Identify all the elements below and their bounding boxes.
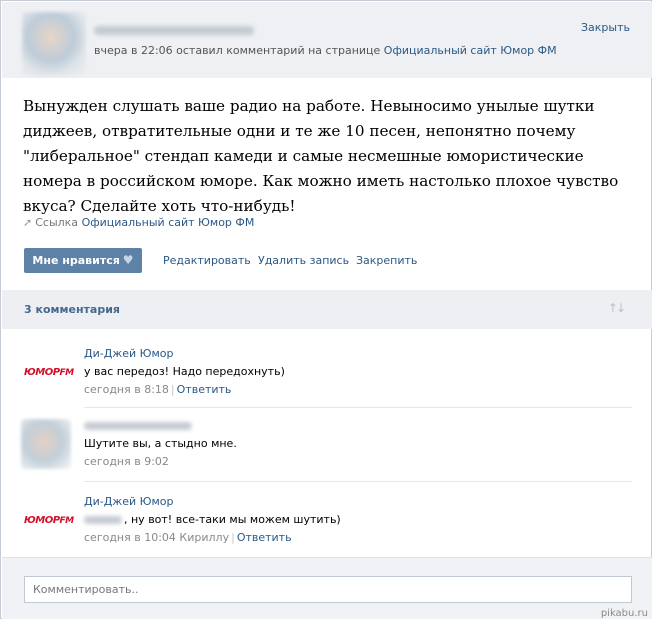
reply-area: Комментировать.. xyxy=(2,557,652,619)
author-avatar[interactable] xyxy=(22,12,86,76)
author-name-redacted xyxy=(94,26,254,35)
delete-post-link[interactable]: Удалить запись xyxy=(258,254,349,267)
comment-item: Шутите вы, а стыдно мне. сегодня в 9:02 xyxy=(21,411,633,485)
post-header: вчера в 22:06 оставил комментарий на стр… xyxy=(2,2,652,78)
comment-author-redacted xyxy=(84,422,192,430)
page-link[interactable]: Официальный сайт Юмор ФМ xyxy=(384,44,557,57)
addressee-redacted xyxy=(84,516,122,524)
post-meta: вчера в 22:06 оставил комментарий на стр… xyxy=(94,44,557,57)
comment-input[interactable]: Комментировать.. xyxy=(24,576,632,603)
comment-time[interactable]: сегодня в 9:02 xyxy=(84,455,169,468)
link-name[interactable]: Официальный сайт Юмор ФМ xyxy=(82,216,255,229)
comments-count[interactable]: 3 комментария xyxy=(24,303,120,316)
watermark: pikabu.ru xyxy=(600,608,648,619)
comments-header: 3 комментария ↑↓ xyxy=(2,290,652,329)
edit-link[interactable]: Редактировать xyxy=(163,254,251,267)
comment-author[interactable]: Ди-Джей Юмор xyxy=(84,347,174,360)
comment-addressee: Кириллу xyxy=(179,531,230,544)
reply-link[interactable]: Ответить xyxy=(237,531,292,544)
commenter-avatar[interactable] xyxy=(21,419,71,469)
sort-arrows-icon[interactable]: ↑↓ xyxy=(608,301,626,315)
link-arrow-icon: ➚ xyxy=(23,216,33,229)
comment-text: у вас передоз! Надо передохнуть) xyxy=(84,365,285,378)
comment-item: ЮМОРFM Ди-Джей Юмор у вас передоз! Надо … xyxy=(21,339,633,413)
humor-fm-logo[interactable]: ЮМОРFM xyxy=(24,367,74,378)
link-prefix: Ссылка xyxy=(35,216,79,229)
reply-link[interactable]: Ответить xyxy=(177,383,232,396)
like-button-label: Мне нравится xyxy=(32,254,120,267)
humor-fm-logo[interactable]: ЮМОРFM xyxy=(24,515,74,526)
comment-meta: сегодня в 10:04 Кириллу | Ответить xyxy=(84,531,292,544)
logo-fm: FM xyxy=(59,516,75,526)
post-text: Вынужден слушать ваше радио на работе. Н… xyxy=(23,97,619,215)
post-meta-text: вчера в 22:06 оставил комментарий на стр… xyxy=(94,44,381,57)
logo-fm: FM xyxy=(59,368,75,378)
comment-text: Шутите вы, а стыдно мне. xyxy=(84,437,237,450)
comment-time[interactable]: сегодня в 8:18 xyxy=(84,383,169,396)
like-button[interactable]: Мне нравится ♥ xyxy=(24,248,142,273)
logo-text: ЮМОР xyxy=(24,367,60,378)
pin-link[interactable]: Закрепить xyxy=(356,254,417,267)
comment-text: , ну вот! все-таки мы можем шутить) xyxy=(124,513,341,526)
heart-icon: ♥ xyxy=(122,253,134,267)
post-frame: вчера в 22:06 оставил комментарий на стр… xyxy=(0,0,652,619)
comment-meta: сегодня в 9:02 xyxy=(84,455,169,468)
logo-text: ЮМОР xyxy=(24,515,60,526)
comment-meta: сегодня в 8:18 | Ответить xyxy=(84,383,232,396)
comment-divider xyxy=(84,407,632,408)
post-attachment-link[interactable]: ➚ Ссылка Официальный сайт Юмор ФМ xyxy=(23,216,254,229)
comment-divider xyxy=(84,481,632,482)
comment-item: ЮМОРFM Ди-Джей Юмор , ну вот! все-таки м… xyxy=(21,487,633,561)
close-link[interactable]: Закрыть xyxy=(581,21,630,34)
comment-author[interactable]: Ди-Джей Юмор xyxy=(84,495,174,508)
comment-time[interactable]: сегодня в 10:04 xyxy=(84,531,176,544)
comment-text-wrap: , ну вот! все-таки мы можем шутить) xyxy=(84,513,341,526)
